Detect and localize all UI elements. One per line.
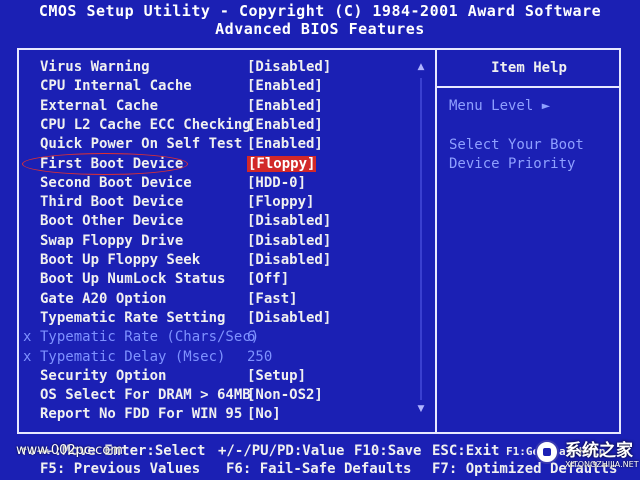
setting-value[interactable]: [Disabled] <box>247 232 331 251</box>
setting-row: x Typematic Delay (Msec) 250 <box>23 348 420 367</box>
help-description-line2: Device Priority <box>449 156 576 172</box>
disabled-mark-icon: x <box>23 329 32 346</box>
setting-row[interactable]: External Cache [Enabled] <box>40 97 420 116</box>
selected-value-highlight[interactable]: [Floppy] <box>247 155 317 172</box>
help-title: Item Help <box>491 60 567 76</box>
setting-row[interactable]: Typematic Rate Setting [Disabled] <box>40 309 420 328</box>
utility-title: CMOS Setup Utility - Copyright (C) 1984-… <box>38 2 602 20</box>
setting-label: Swap Floppy Drive <box>40 232 184 249</box>
setting-label: Boot Up Floppy Seek <box>40 252 201 268</box>
setting-row[interactable]: Boot Up Floppy Seek [Disabled] <box>40 251 420 270</box>
setting-value[interactable]: [Enabled] <box>247 135 323 154</box>
setting-value[interactable]: [Enabled] <box>247 77 323 96</box>
help-description-line1: Select Your Boot <box>449 137 584 153</box>
setting-label: Report No FDD For WIN 95 <box>40 406 243 423</box>
setting-row[interactable]: Boot Up NumLock Status [Off] <box>40 270 420 289</box>
setting-row[interactable]: Quick Power On Self Test [Enabled] <box>40 135 420 154</box>
setting-label: Boot Other Device <box>40 213 184 230</box>
setting-row[interactable]: Security Option [Setup] <box>40 367 420 386</box>
setting-row[interactable]: OS Select For DRAM > 64MB [Non-OS2] <box>40 386 420 405</box>
setting-label: CPU Internal Cache <box>40 78 192 95</box>
setting-label: OS Select For DRAM > 64MB <box>40 387 251 404</box>
setting-label: Third Boot Device <box>40 194 184 211</box>
key-exit: ESC:Exit <box>432 443 500 459</box>
setting-value[interactable]: [Off] <box>247 270 289 289</box>
setting-value[interactable]: [Enabled] <box>247 97 323 116</box>
key-value: +/-/PU/PD:Value <box>218 443 345 459</box>
setting-label: Gate A20 Option <box>40 290 167 307</box>
setting-value: 250 <box>247 348 273 365</box>
setting-label: Quick Power On Self Test <box>40 136 243 153</box>
setting-value[interactable]: [Enabled] <box>247 116 323 135</box>
help-separator <box>437 86 621 88</box>
bios-screen: CMOS Setup Utility - Copyright (C) 1984-… <box>0 0 640 480</box>
setting-label: Typematic Rate (Chars/Sec) <box>40 329 260 346</box>
setting-row[interactable]: Second Boot Device [HDD-0] <box>40 174 420 193</box>
panel-divider <box>435 48 437 434</box>
setting-value[interactable]: [Disabled] <box>247 58 331 77</box>
setting-label: Second Boot Device <box>40 174 192 191</box>
setting-row[interactable]: CPU L2 Cache ECC Checking [Enabled] <box>40 116 420 135</box>
setting-label: Security Option <box>40 367 167 384</box>
setting-value: 6 <box>247 329 256 346</box>
setting-value[interactable]: [Floppy] <box>247 155 317 174</box>
setting-row[interactable]: Report No FDD For WIN 95 [No] <box>40 405 420 424</box>
setting-row[interactable]: CPU Internal Cache [Enabled] <box>40 77 420 96</box>
setting-value[interactable]: [Setup] <box>247 367 306 386</box>
page-title: Advanced BIOS Features <box>215 20 425 38</box>
setting-label: CPU L2 Cache ECC Checking <box>40 116 251 133</box>
key-fail-safe: F6: Fail-Safe Defaults <box>226 461 412 477</box>
setting-row[interactable]: First Boot Device [Floppy] <box>40 155 420 174</box>
key-save: F10:Save <box>354 443 422 459</box>
setting-value[interactable]: [Floppy] <box>247 193 314 212</box>
disabled-mark-icon: x <box>23 348 32 365</box>
setting-label: Boot Up NumLock Status <box>40 271 226 288</box>
setting-row[interactable]: Virus Warning [Disabled] <box>40 58 420 77</box>
setting-label: First Boot Device <box>40 155 184 172</box>
setting-value[interactable]: [Disabled] <box>247 309 331 328</box>
watermark-right: 系统之家 XITONGZHIJIA.NET <box>535 436 639 476</box>
key-previous-values: F5: Previous Values <box>40 461 201 477</box>
setting-label: External Cache <box>40 97 159 114</box>
watermark-left: www.002pc.com <box>16 443 123 458</box>
help-menu-level: Menu Level ► <box>449 98 551 114</box>
setting-label: Typematic Rate Setting <box>40 309 226 326</box>
setting-value[interactable]: [No] <box>247 405 281 424</box>
setting-row[interactable]: Swap Floppy Drive [Disabled] <box>40 232 420 251</box>
setting-value[interactable]: [Non-OS2] <box>247 386 323 405</box>
setting-row[interactable]: Boot Other Device [Disabled] <box>40 212 420 231</box>
setting-row: x Typematic Rate (Chars/Sec) 6 <box>23 328 420 347</box>
setting-label: Typematic Delay (Msec) <box>40 348 226 365</box>
setting-row[interactable]: Third Boot Device [Floppy] <box>40 193 420 212</box>
watermark-domain: XITONGZHIJIA.NET <box>565 460 639 469</box>
setting-row[interactable]: Gate A20 Option [Fast] <box>40 290 420 309</box>
setting-value[interactable]: [Disabled] <box>247 251 331 270</box>
setting-value[interactable]: [HDD-0] <box>247 174 306 193</box>
setting-value[interactable]: [Disabled] <box>247 212 331 231</box>
watermark-brand: 系统之家 <box>565 441 633 461</box>
setting-label: Virus Warning <box>40 59 150 75</box>
scroll-track[interactable] <box>420 78 422 400</box>
watermark-logo-icon <box>535 440 559 464</box>
setting-value[interactable]: [Fast] <box>247 290 298 309</box>
